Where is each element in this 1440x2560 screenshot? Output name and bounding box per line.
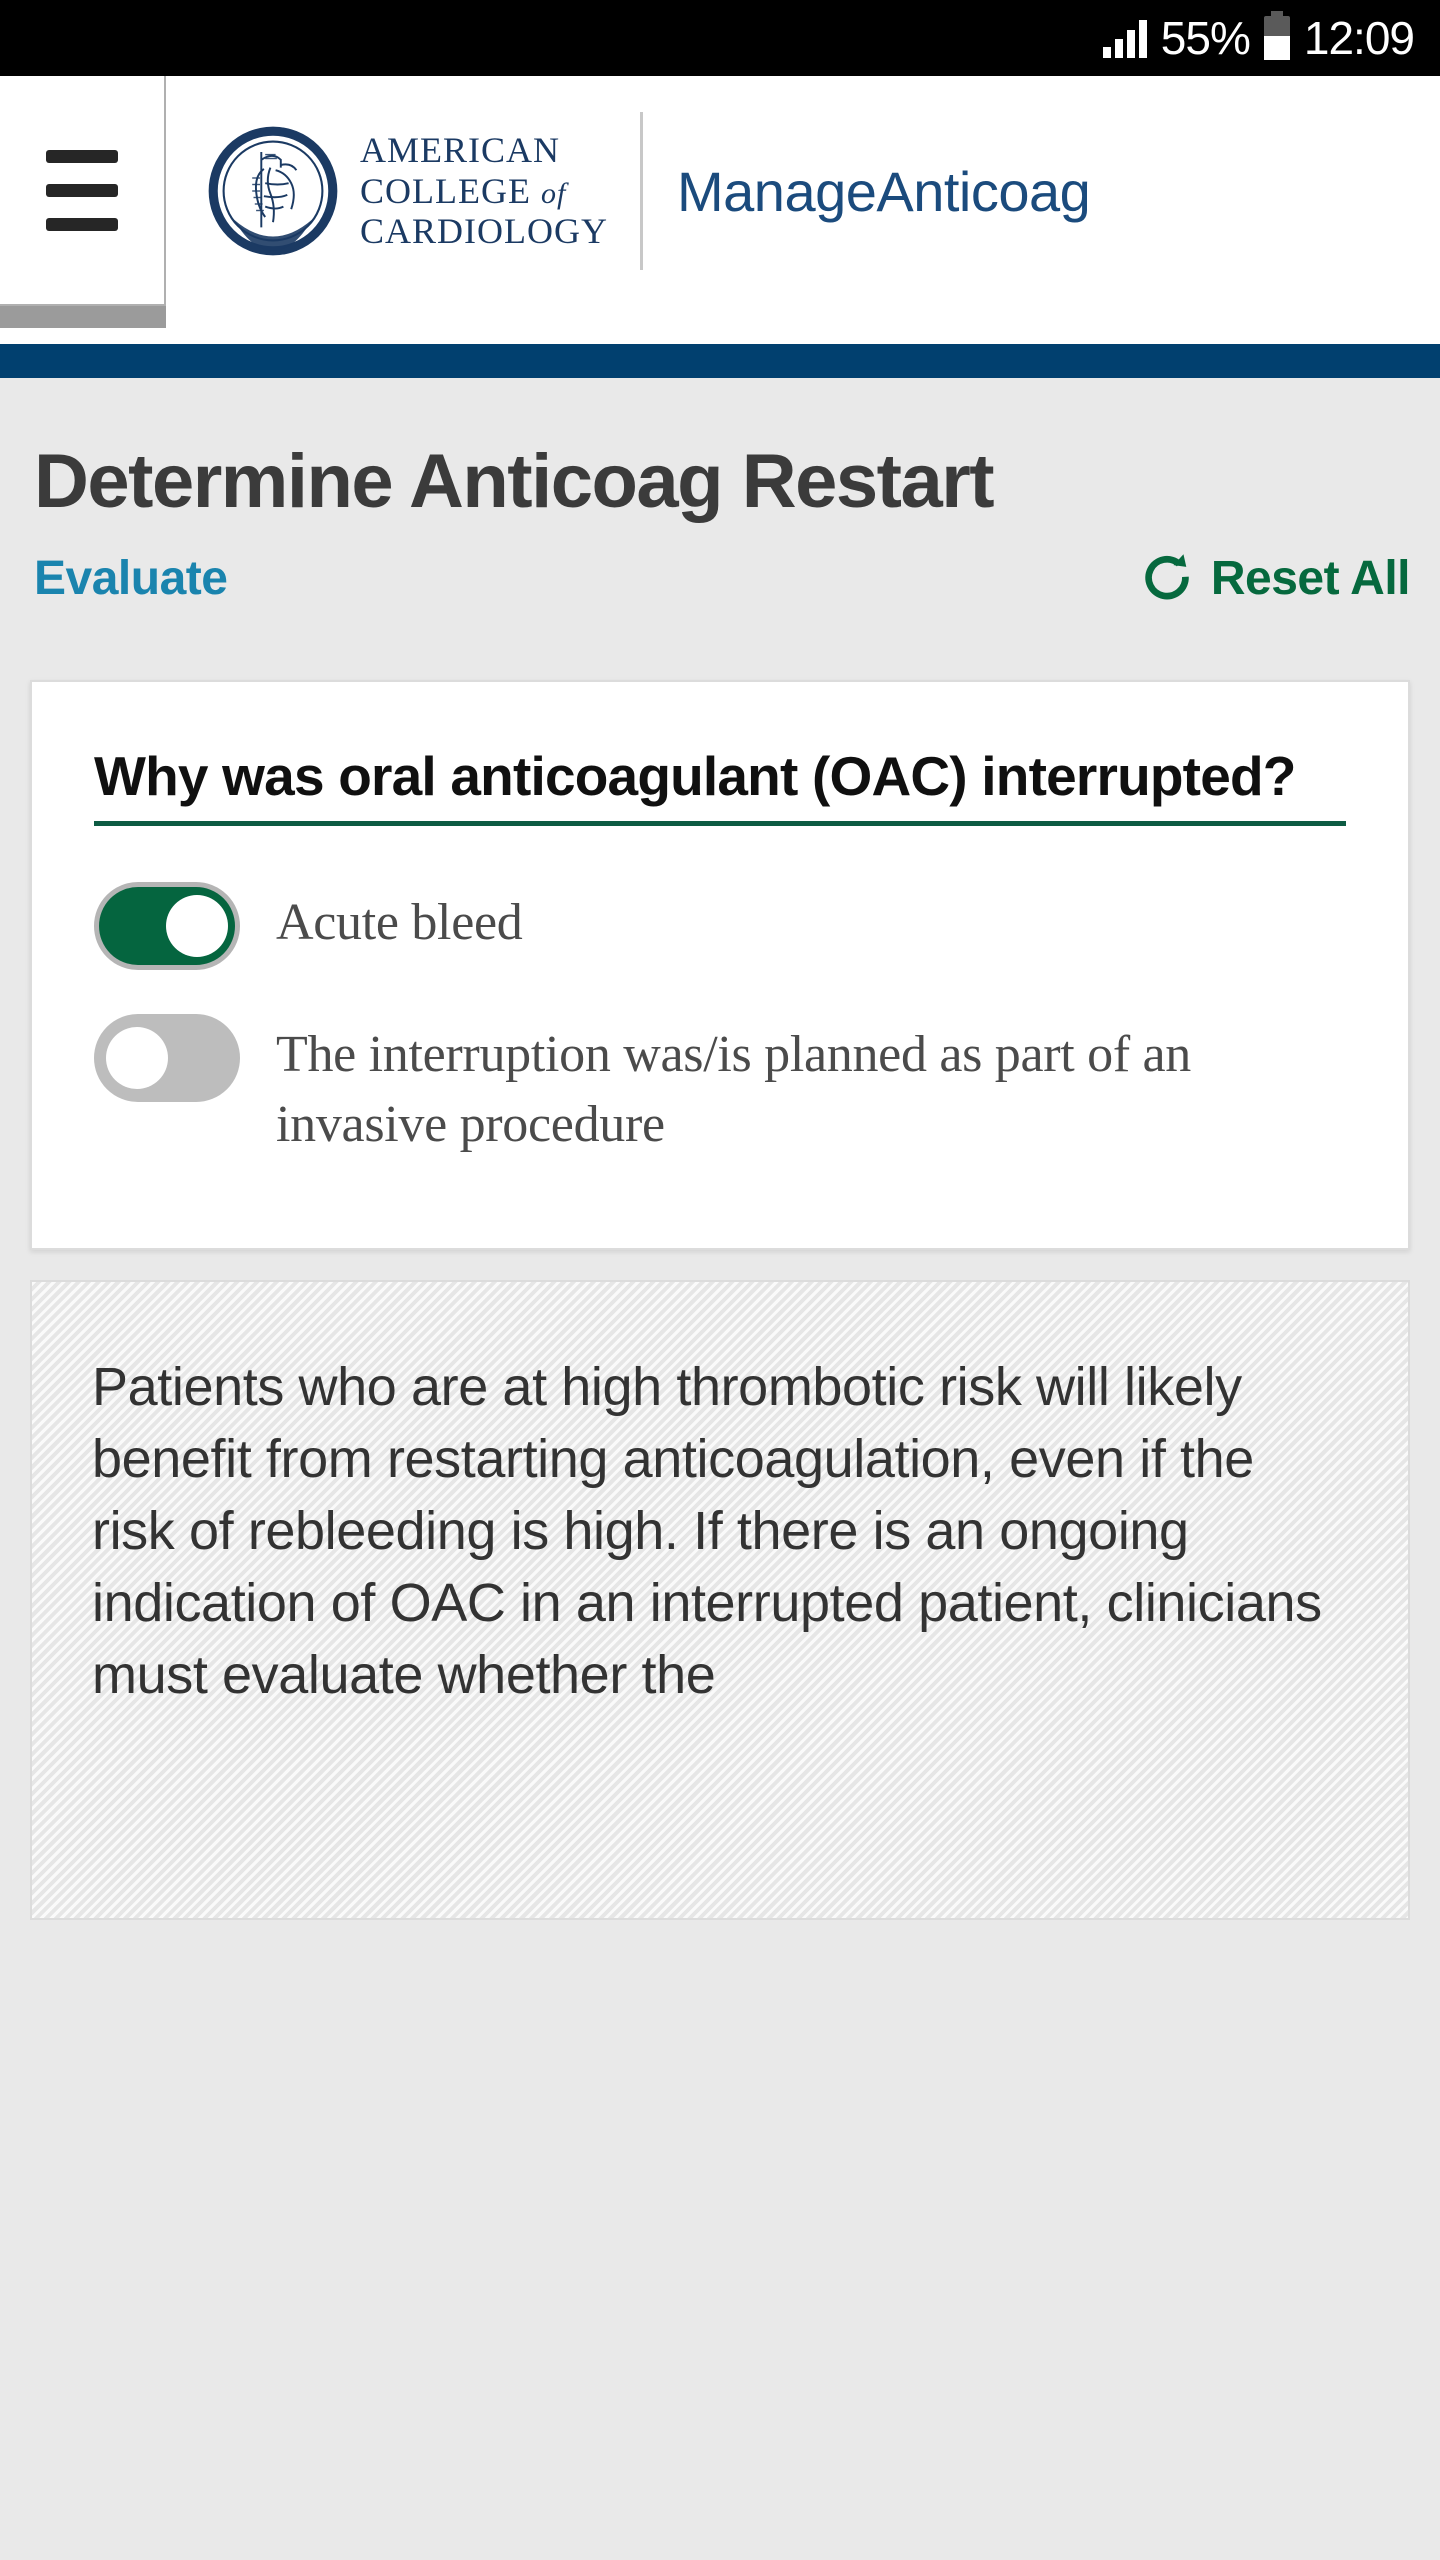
status-bar-clock: 12:09 <box>1303 12 1415 64</box>
signal-bars-icon <box>1102 18 1147 58</box>
option-row-acute-bleed[interactable]: Acute bleed <box>94 860 1346 992</box>
hamburger-menu-button[interactable] <box>0 76 166 306</box>
status-bar: 55% 12:09 <box>0 0 1440 76</box>
toggle-acute-bleed[interactable] <box>94 881 240 970</box>
reset-all-button[interactable]: Reset All <box>1141 551 1411 606</box>
app-header: AMERICAN COLLEGE of CARDIOLOGY ManageAnt… <box>0 76 1440 344</box>
option-label-planned-interruption: The interruption was/is planned as part … <box>276 1025 1192 1154</box>
toggle-knob <box>106 1026 168 1089</box>
battery-icon <box>1263 11 1290 60</box>
option-row-planned-interruption[interactable]: The interruption was/is planned as part … <box>94 992 1346 1182</box>
page-body: Determine Anticoag Restart Evaluate Rese… <box>0 378 1440 2560</box>
battery-percent-label: 55% <box>1160 12 1251 64</box>
menu-button-wrapper <box>0 76 166 328</box>
question-card: Why was oral anticoagulant (OAC) interru… <box>30 680 1410 1251</box>
option-list: Acute bleed The interruption was/is plan… <box>94 860 1346 1182</box>
toggle-planned-interruption[interactable] <box>94 1013 240 1102</box>
option-label-acute-bleed: Acute bleed <box>276 893 523 951</box>
acc-wordmark: AMERICAN COLLEGE of CARDIOLOGY <box>360 130 608 252</box>
acc-wordmark-line1: AMERICAN <box>360 129 561 170</box>
navy-accent-bar <box>0 344 1440 378</box>
acc-wordmark-line2: COLLEGE of <box>360 170 567 211</box>
acc-logo-block[interactable]: AMERICAN COLLEGE of CARDIOLOGY <box>208 126 608 256</box>
hamburger-menu-icon-bar <box>46 149 118 163</box>
acc-wordmark-line3: CARDIOLOGY <box>360 211 608 252</box>
brand-area: AMERICAN COLLEGE of CARDIOLOGY ManageAnt… <box>166 76 1440 306</box>
evaluate-button[interactable]: Evaluate <box>34 551 228 606</box>
page-action-row: Evaluate Reset All <box>0 525 1440 606</box>
brand-divider <box>640 112 643 270</box>
app-name-label: ManageAnticoag <box>677 159 1091 223</box>
refresh-icon <box>1145 553 1189 599</box>
question-text: Why was oral anticoagulant (OAC) interru… <box>94 744 1346 826</box>
acc-seal-logo <box>208 126 338 256</box>
info-panel: Patients who are at high thrombotic risk… <box>30 1280 1410 1921</box>
hamburger-menu-icon-bar <box>46 217 118 231</box>
toggle-knob <box>166 894 228 957</box>
info-panel-text: Patients who are at high thrombotic risk… <box>92 1357 1322 1705</box>
hamburger-menu-icon-bar <box>46 183 118 197</box>
menu-active-indicator <box>0 306 166 328</box>
reset-all-label: Reset All <box>1210 552 1411 605</box>
page-title: Determine Anticoag Restart <box>34 439 995 524</box>
